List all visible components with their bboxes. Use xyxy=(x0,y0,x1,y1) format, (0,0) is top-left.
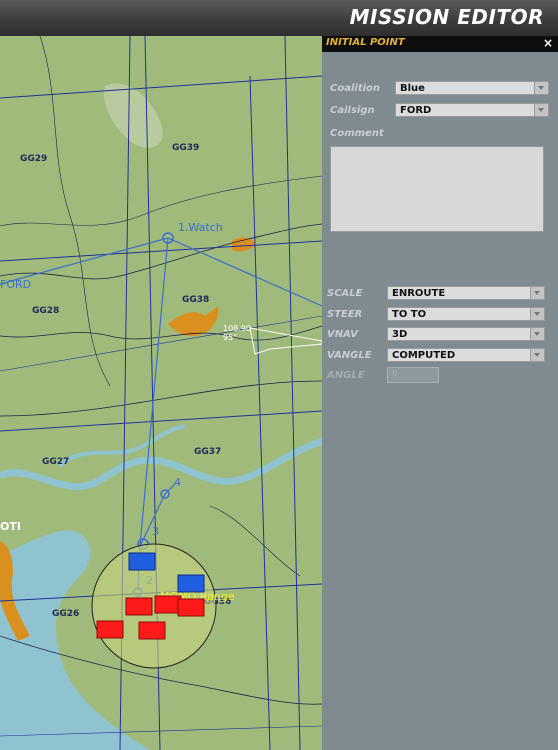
close-icon[interactable]: × xyxy=(543,36,553,50)
steer-value: TO TO xyxy=(392,309,427,320)
grid-label: GG39 xyxy=(172,143,199,153)
town-label: OTI xyxy=(0,520,21,533)
chevron-down-icon[interactable] xyxy=(530,308,544,320)
grid-label: GG28 xyxy=(32,306,59,316)
urban-area xyxy=(232,237,256,252)
comment-label: Comment xyxy=(330,128,384,139)
hill-area xyxy=(104,83,163,149)
road xyxy=(0,325,322,341)
scale-value: ENROUTE xyxy=(392,288,446,299)
callsign-select[interactable]: FORD xyxy=(395,103,549,117)
urban-area xyxy=(168,306,219,336)
title-bar: MISSION EDITOR xyxy=(0,0,558,37)
road xyxy=(209,505,301,577)
grid-label: GG29 xyxy=(20,154,47,164)
coalition-value: Blue xyxy=(400,83,425,94)
road xyxy=(0,380,322,417)
steer-label: STEER xyxy=(327,309,363,320)
road xyxy=(0,175,322,227)
angle-value: 0 xyxy=(392,369,398,379)
steer-select[interactable]: TO TO xyxy=(387,307,545,321)
callsign-map-label: FORD xyxy=(0,278,31,291)
vangle-value: COMPUTED xyxy=(392,350,456,361)
angle-input[interactable]: 0 xyxy=(387,367,439,383)
panel-header: INITIAL POINT × xyxy=(322,36,558,52)
chevron-down-icon[interactable] xyxy=(530,349,544,361)
grid-label: GG26 xyxy=(52,609,79,619)
callsign-label: Callsign xyxy=(330,105,375,116)
callsign-value: FORD xyxy=(400,105,432,116)
chevron-down-icon[interactable] xyxy=(530,328,544,340)
red-unit[interactable] xyxy=(138,621,166,640)
waypoint-4-label: 4 xyxy=(174,476,181,489)
chevron-down-icon[interactable] xyxy=(534,104,548,116)
window-title: MISSION EDITOR xyxy=(349,5,544,29)
waypoint-3-label: 3 xyxy=(152,525,159,538)
vangle-select[interactable]: COMPUTED xyxy=(387,348,545,362)
coalition-select[interactable]: Blue xyxy=(395,81,549,95)
chevron-down-icon[interactable] xyxy=(534,82,548,94)
heading-deg: 95° xyxy=(223,333,237,342)
map-view[interactable]: GG29 GG39 GG28 GG38 GG27 GG37 GG26 GG36 … xyxy=(0,36,322,750)
grid-label: GG38 xyxy=(182,295,209,305)
red-unit[interactable] xyxy=(125,597,153,616)
map-canvas[interactable]: GG29 GG39 GG28 GG38 GG27 GG37 GG26 GG36 … xyxy=(0,36,322,750)
scale-label: SCALE xyxy=(327,288,363,299)
vangle-label: VANGLE xyxy=(327,350,372,361)
vnav-value: 3D xyxy=(392,329,408,340)
vnav-select[interactable]: 3D xyxy=(387,327,545,341)
red-unit[interactable] xyxy=(96,620,124,639)
red-unit[interactable] xyxy=(177,598,205,617)
vnav-label: VNAV xyxy=(327,329,358,340)
comment-textarea[interactable] xyxy=(330,146,544,232)
grid-label: GG37 xyxy=(194,447,221,457)
chevron-down-icon[interactable] xyxy=(530,287,544,299)
panel-title: INITIAL POINT xyxy=(326,37,405,48)
grid-label: GG27 xyxy=(42,457,69,467)
red-unit[interactable] xyxy=(154,595,182,614)
coalition-label: Coalition xyxy=(330,83,381,94)
scale-select[interactable]: ENROUTE xyxy=(387,286,545,300)
properties-panel: INITIAL POINT × Coalition Blue Callsign … xyxy=(322,36,558,750)
blue-unit[interactable] xyxy=(128,552,156,571)
waypoint-watch-label: 1.Watch xyxy=(178,221,223,234)
blue-unit[interactable] xyxy=(177,574,205,593)
angle-label: ANGLE xyxy=(327,370,365,381)
heading-freq: 108.90 xyxy=(223,324,251,333)
